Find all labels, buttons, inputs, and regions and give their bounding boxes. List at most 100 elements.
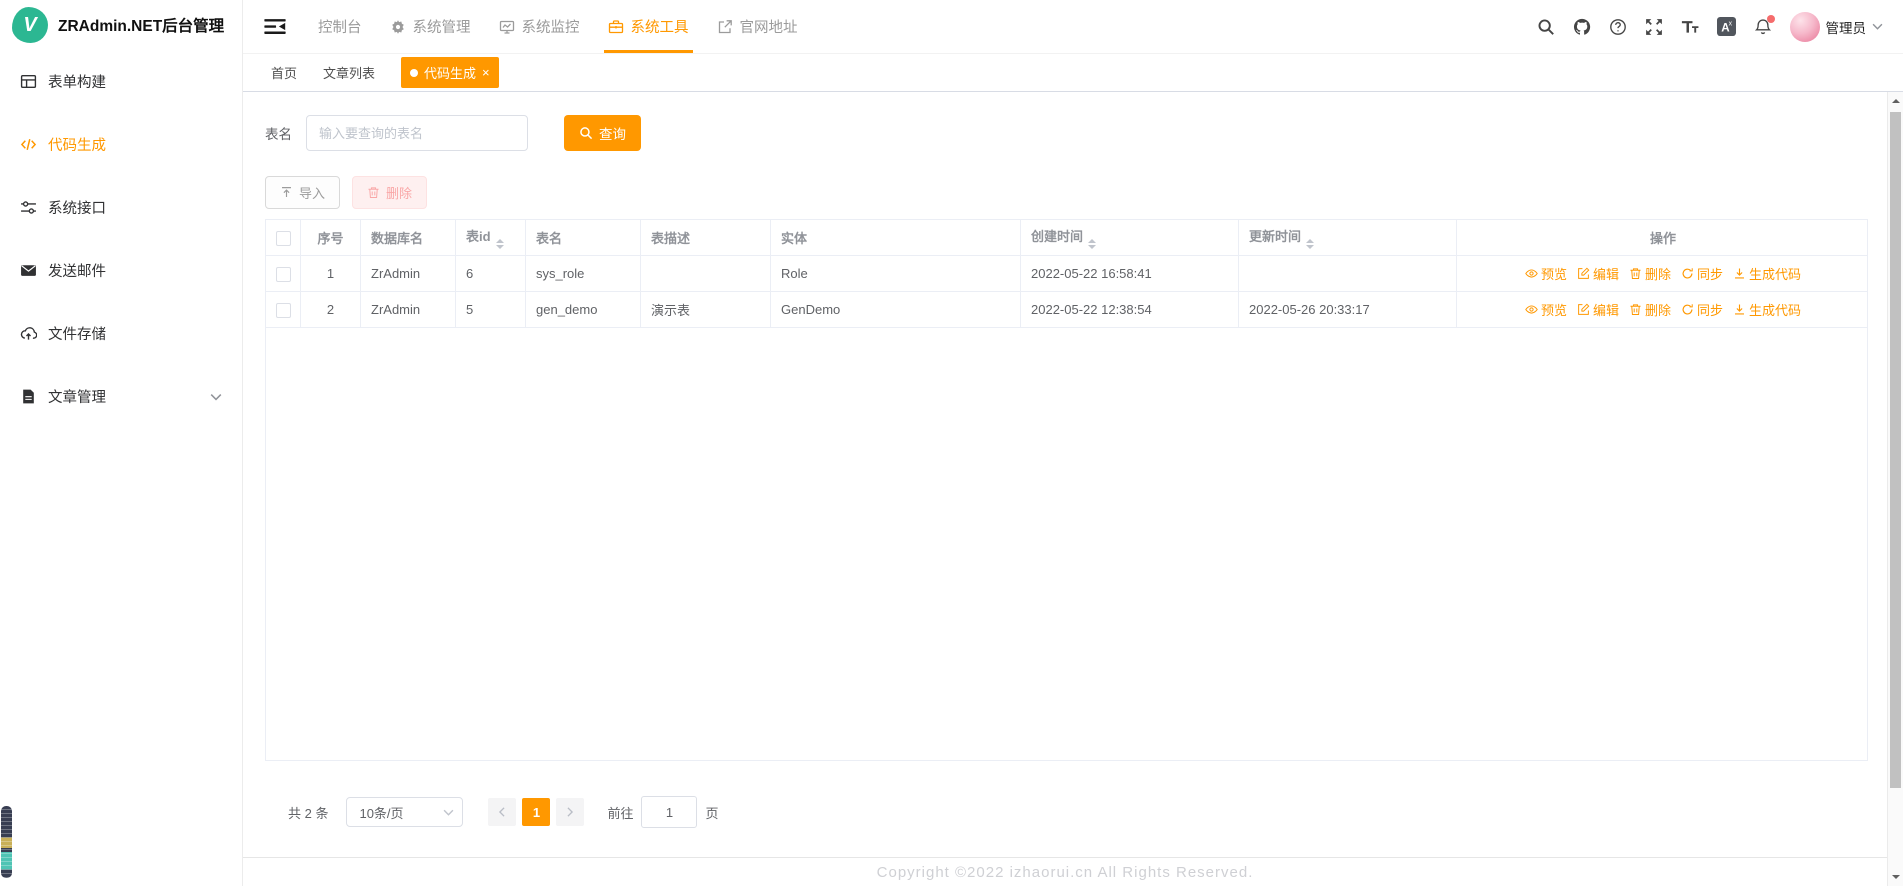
- tab-1[interactable]: 文章列表: [323, 63, 375, 82]
- row-action-delete[interactable]: 删除: [1629, 264, 1671, 283]
- close-icon[interactable]: ×: [482, 66, 490, 79]
- font-size-icon[interactable]: [1681, 18, 1699, 36]
- top-navbar: 控制台 系统管理 系统监控 系统工具 官网地址 Ax 管理员: [243, 0, 1903, 54]
- cell-index: 1: [301, 256, 361, 292]
- sidebar-item-1[interactable]: 代码生成: [0, 113, 242, 176]
- nav-item-4[interactable]: 官网地址: [703, 0, 812, 53]
- cell-table_id: 5: [456, 292, 526, 328]
- row-action-generate[interactable]: 生成代码: [1733, 300, 1801, 319]
- action-label: 同步: [1697, 303, 1724, 318]
- column-label: 操作: [1649, 231, 1676, 246]
- action-label: 编辑: [1592, 267, 1619, 282]
- query-button[interactable]: 查询: [564, 115, 641, 151]
- sort-caret[interactable]: [1088, 239, 1097, 249]
- column-header-3[interactable]: 表id: [456, 220, 526, 256]
- nav-item-0[interactable]: 控制台: [304, 0, 376, 53]
- tab-label: 首页: [271, 66, 298, 81]
- action-label: 预览: [1540, 267, 1567, 282]
- nav-item-label: 系统监控: [521, 20, 580, 36]
- bell-icon[interactable]: [1754, 14, 1775, 36]
- language-icon[interactable]: Ax: [1716, 17, 1736, 36]
- row-action-sync[interactable]: 同步: [1681, 264, 1723, 283]
- goto-page-input[interactable]: [641, 796, 698, 828]
- select-all-header[interactable]: [266, 220, 301, 256]
- sync-icon: [1681, 267, 1694, 280]
- query-button-label: 查询: [599, 127, 626, 142]
- select-all-checkbox[interactable]: [276, 230, 291, 246]
- table-name-input[interactable]: [306, 115, 528, 151]
- app-logo[interactable]: V ZRAdmin.NET后台管理: [0, 0, 242, 50]
- scroll-down-arrow[interactable]: [1888, 870, 1903, 884]
- sidebar-item-3[interactable]: 发送邮件: [0, 239, 242, 302]
- search-icon: [579, 126, 593, 140]
- scroll-up-arrow[interactable]: [1888, 94, 1903, 108]
- cell-updated_at: [1239, 256, 1457, 292]
- nav-item-label: 系统管理: [412, 20, 471, 36]
- tab-0[interactable]: 首页: [271, 63, 297, 82]
- row-action-preview[interactable]: 预览: [1525, 264, 1567, 283]
- page-size-select[interactable]: 10条/页: [346, 797, 464, 827]
- logo-icon: V: [12, 7, 48, 43]
- delete-button[interactable]: 删除: [352, 176, 428, 209]
- user-menu[interactable]: 管理员: [1789, 11, 1884, 42]
- avatar[interactable]: [1789, 11, 1820, 42]
- eye-icon: [1525, 303, 1538, 316]
- prev-page-button[interactable]: [488, 798, 517, 826]
- sidebar-item-5[interactable]: 文章管理: [0, 365, 242, 428]
- cell-created_at: 2022-05-22 16:58:41: [1021, 256, 1239, 292]
- column-header-2: 数据库名: [361, 220, 456, 256]
- row-action-generate[interactable]: 生成代码: [1733, 264, 1801, 283]
- eye-icon: [1525, 267, 1538, 280]
- row-checkbox[interactable]: [276, 266, 291, 282]
- navbar-icon-group: Ax: [1537, 14, 1775, 36]
- column-header-7[interactable]: 创建时间: [1021, 220, 1239, 256]
- chevron-down-icon: [210, 393, 222, 401]
- import-button-label: 导入: [299, 186, 326, 201]
- fullscreen-icon[interactable]: [1645, 18, 1663, 36]
- column-label: 数据库名: [371, 231, 424, 246]
- import-button[interactable]: 导入: [265, 176, 341, 209]
- sidebar-item-4[interactable]: 文件存储: [0, 302, 242, 365]
- chevron-down-icon: [443, 809, 454, 816]
- footer: Copyright ©2022 izhaorui.cn All Rights R…: [243, 857, 1887, 886]
- tab-label: 代码生成: [424, 66, 477, 81]
- nav-item-1[interactable]: 系统管理: [376, 0, 485, 53]
- toolbox-icon: [608, 19, 624, 35]
- chevron-down-icon: [1872, 23, 1883, 30]
- vertical-scrollbar[interactable]: [1887, 92, 1903, 886]
- column-header-9: 操作: [1457, 220, 1867, 256]
- row-action-preview[interactable]: 预览: [1525, 300, 1567, 319]
- goto-label: 前往: [607, 805, 634, 821]
- next-page-button[interactable]: [556, 798, 585, 826]
- tab-2[interactable]: 代码生成 ×: [401, 57, 499, 88]
- sidebar-item-2[interactable]: 系统接口: [0, 176, 242, 239]
- nav-item-2[interactable]: 系统监控: [485, 0, 594, 53]
- github-icon[interactable]: [1573, 18, 1591, 36]
- gen-table: 序号 数据库名 表id 表名 表描述 实体 创建时间 更新时间 操作 1 ZrAdmin 6 sys_…: [265, 219, 1868, 761]
- mail-icon: [20, 262, 37, 279]
- page-number-button[interactable]: 1: [522, 798, 551, 826]
- search-icon[interactable]: [1537, 18, 1555, 36]
- question-icon[interactable]: [1609, 18, 1627, 36]
- navbar-right: Ax 管理员: [1537, 11, 1903, 42]
- sort-caret[interactable]: [1306, 239, 1315, 249]
- sort-caret[interactable]: [495, 239, 504, 249]
- nav-item-3[interactable]: 系统工具: [594, 0, 703, 53]
- row-action-delete[interactable]: 删除: [1629, 300, 1671, 319]
- server-widget[interactable]: [1, 806, 12, 878]
- pagination: 共 2 条 10条/页 1 前往 页: [288, 796, 719, 828]
- row-action-edit[interactable]: 编辑: [1577, 300, 1619, 319]
- action-label: 删除: [1644, 267, 1671, 282]
- trash-icon: [367, 186, 380, 199]
- row-action-edit[interactable]: 编辑: [1577, 264, 1619, 283]
- cell-created_at: 2022-05-22 12:38:54: [1021, 292, 1239, 328]
- column-header-8[interactable]: 更新时间: [1239, 220, 1457, 256]
- cell-updated_at: 2022-05-26 20:33:17: [1239, 292, 1457, 328]
- upload-icon: [280, 186, 293, 199]
- row-checkbox[interactable]: [276, 302, 291, 318]
- row-action-sync[interactable]: 同步: [1681, 300, 1723, 319]
- scrollbar-thumb[interactable]: [1890, 112, 1901, 788]
- sidebar-fold-icon[interactable]: [264, 18, 286, 35]
- download-icon: [1733, 267, 1746, 280]
- sidebar-item-0[interactable]: 表单构建: [0, 50, 242, 113]
